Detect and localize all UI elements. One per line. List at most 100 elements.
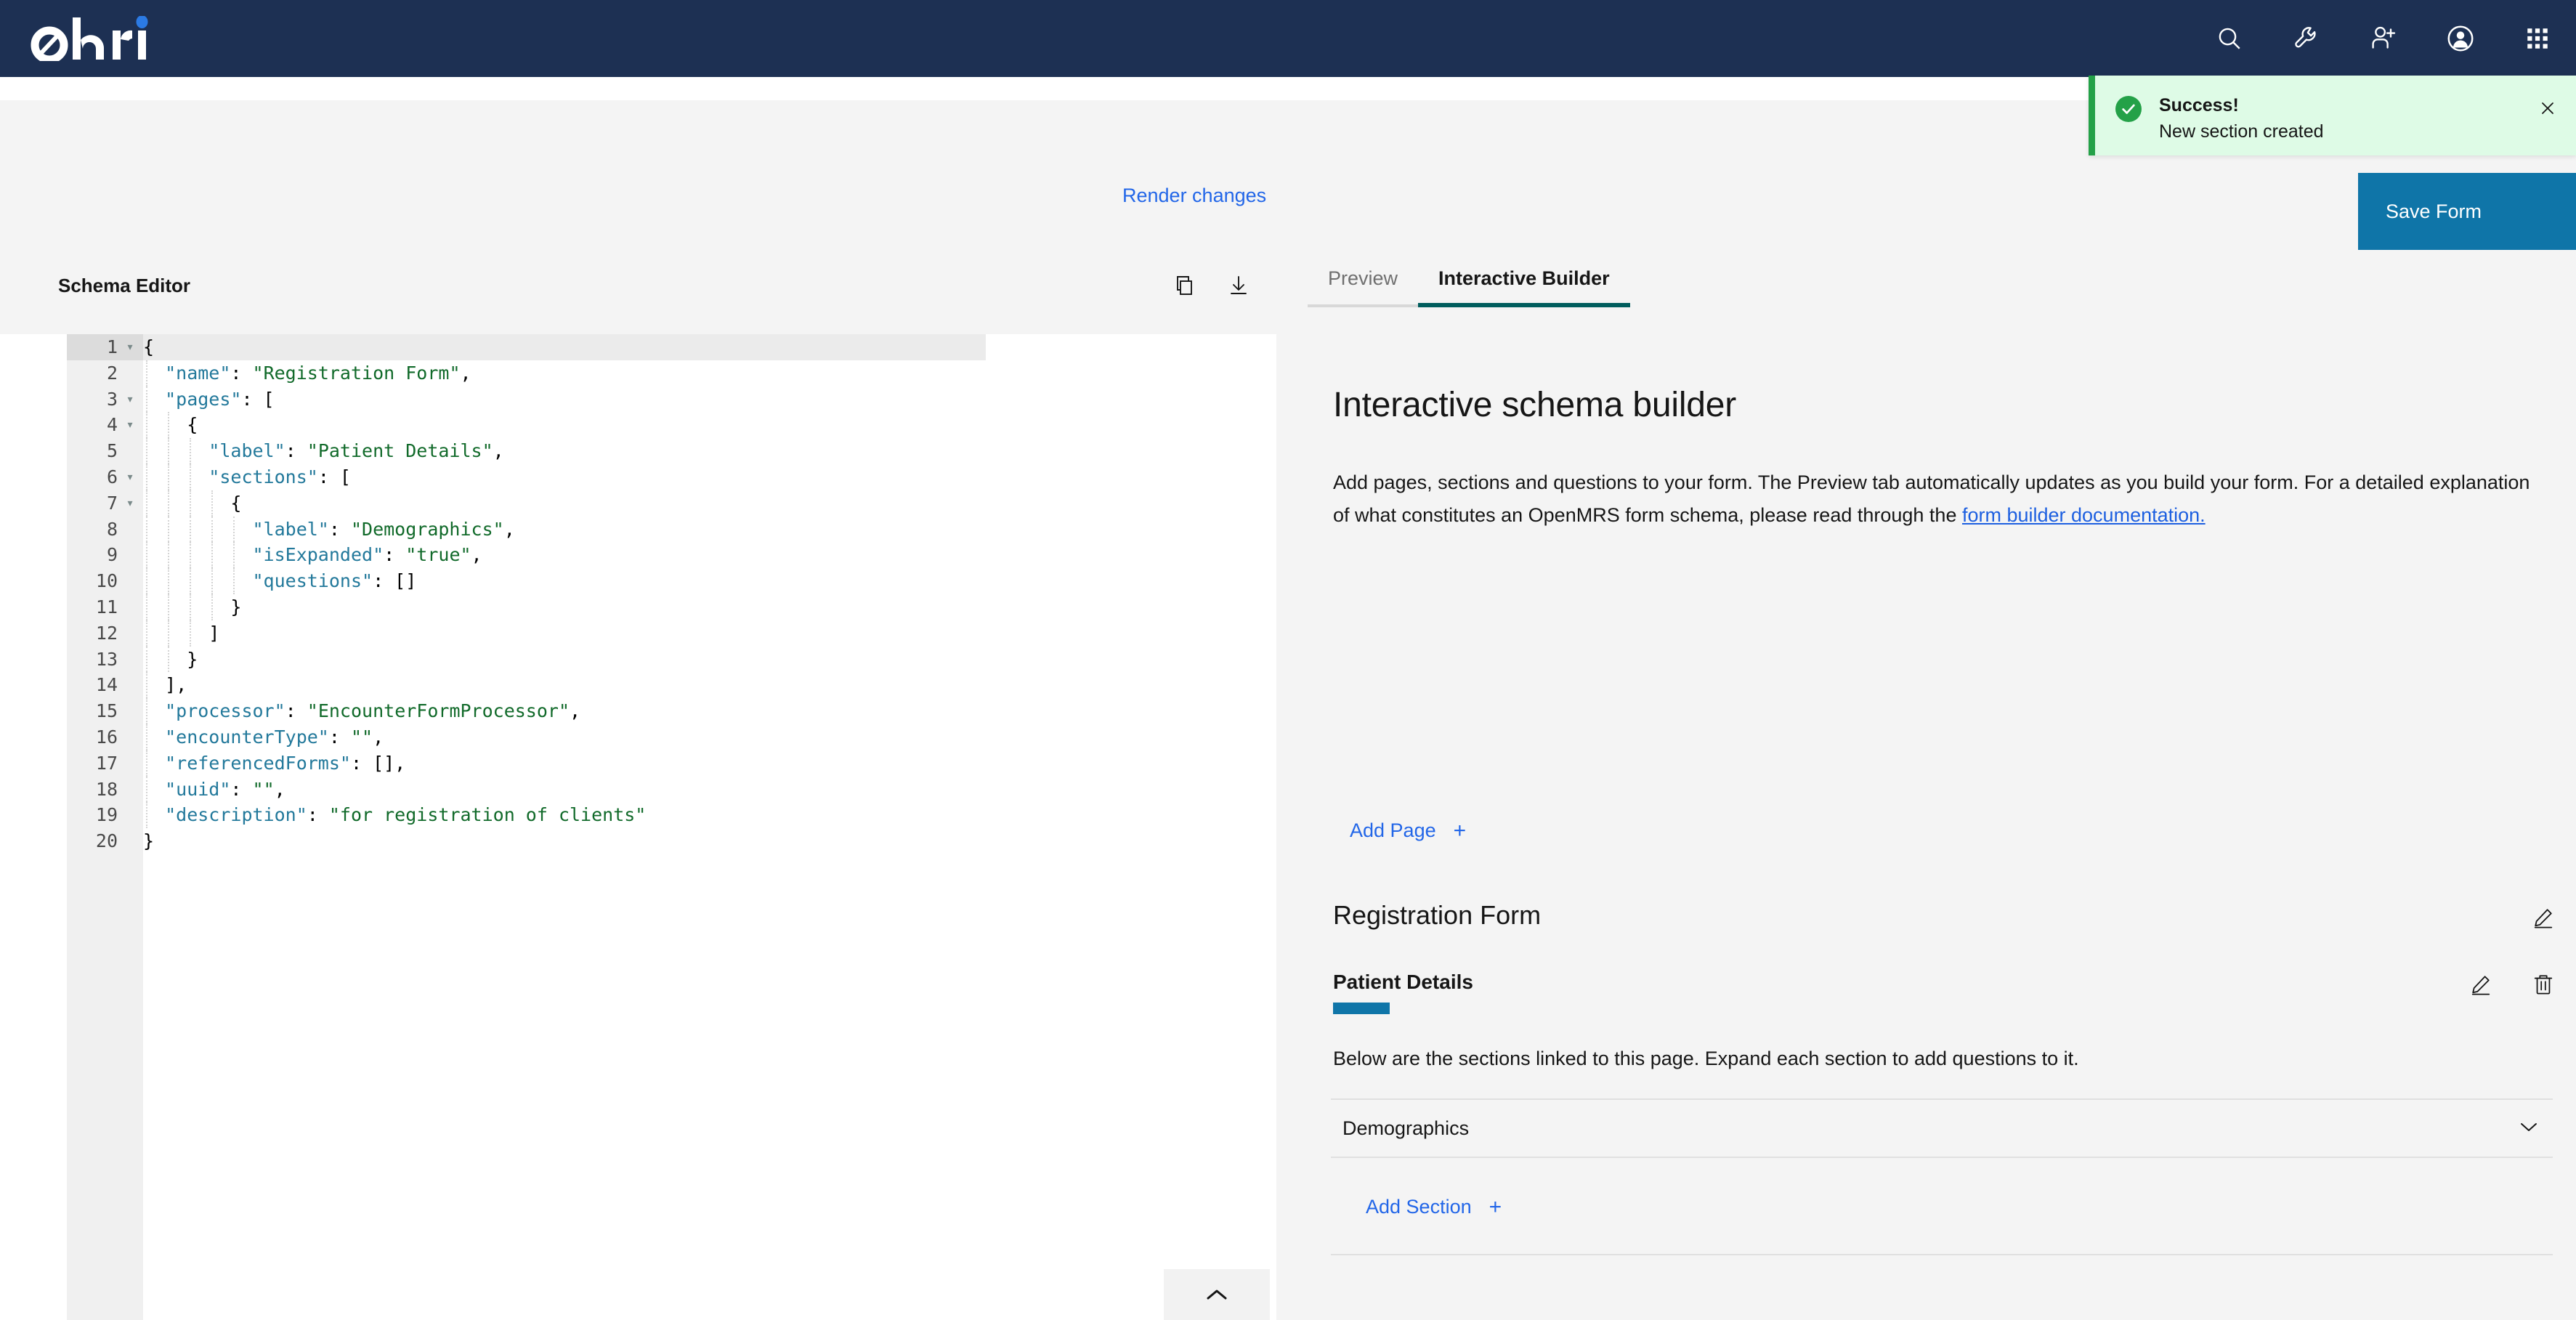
fold-triangle-icon[interactable]: ▾: [122, 386, 138, 413]
toast-message: New section created: [2159, 121, 2324, 142]
code-line-text: "questions": []: [252, 570, 417, 592]
code-line[interactable]: 4 ▾ {: [0, 412, 1276, 438]
tab-preview-label: Preview: [1328, 267, 1398, 289]
trash-icon[interactable]: [2527, 968, 2560, 1001]
code-line-text: ],: [165, 674, 187, 696]
builder-tabs: Preview Interactive Builder: [1308, 267, 1630, 307]
code-line[interactable]: 17 "referencedForms": [],: [0, 750, 1276, 777]
tab-preview-underline: [1308, 304, 1419, 307]
page-title: Interactive schema builder: [1333, 386, 1737, 424]
code-line-text: "referencedForms": [],: [165, 752, 406, 774]
line-number: 13: [95, 648, 118, 670]
schema-code-editor[interactable]: 1 ▾{2 "name": "Registration Form", 3 ▾ "pages…: [0, 334, 1276, 1320]
code-line[interactable]: 12]: [0, 620, 1276, 647]
tab-interactive-builder-underline: [1418, 303, 1630, 307]
code-line-text: {: [143, 336, 155, 357]
save-form-button[interactable]: Save Form: [2358, 173, 2576, 250]
toast-title: Success!: [2159, 95, 2239, 116]
wrench-icon[interactable]: [2268, 0, 2345, 77]
code-line-text: ]: [208, 622, 220, 644]
nav-icon-group: [2191, 0, 2576, 77]
code-line[interactable]: 14],: [0, 672, 1276, 698]
line-number: 16: [95, 726, 118, 748]
line-number: 7: [106, 492, 118, 514]
tab-interactive-builder[interactable]: Interactive Builder: [1418, 267, 1630, 307]
line-number: 3: [106, 388, 118, 410]
section-name: Patient Details: [1333, 971, 1473, 993]
line-number: 5: [106, 440, 118, 462]
edit-pencil-icon[interactable]: [2527, 901, 2560, 934]
edit-pencil-icon[interactable]: [2464, 968, 2498, 1001]
code-line-text: "label": "Patient Details",: [208, 440, 504, 462]
code-line[interactable]: 6 ▾ "sections": [: [0, 464, 1276, 490]
chevron-up-icon[interactable]: [1164, 1269, 1270, 1320]
code-line[interactable]: 10 "questions": []: [0, 568, 1276, 594]
code-line-text: "description": "for registration of clie…: [165, 804, 647, 826]
fold-triangle-icon[interactable]: ▾: [122, 490, 138, 517]
schema-editor-toolbar: [1170, 270, 1254, 301]
download-schema-icon[interactable]: [1223, 270, 1254, 301]
line-number: 20: [95, 830, 118, 852]
code-line[interactable]: 11}: [0, 594, 1276, 620]
code-line[interactable]: 7 ▾ {: [0, 490, 1276, 517]
builder-description-text: Add pages, sections and questions to you…: [1333, 471, 2530, 526]
code-line[interactable]: 8 "label": "Demographics",: [0, 517, 1276, 543]
user-avatar-icon[interactable]: [2422, 0, 2499, 77]
render-changes-button[interactable]: Render changes: [1122, 185, 1266, 207]
page-name: Registration Form: [1333, 900, 1542, 930]
chevron-down-icon[interactable]: [2518, 1119, 2540, 1138]
section-accordion-demographics[interactable]: Demographics: [1331, 1098, 2553, 1158]
line-number: 4: [106, 414, 118, 436]
line-number: 12: [95, 622, 118, 644]
tab-interactive-builder-label: Interactive Builder: [1438, 267, 1610, 289]
success-check-icon: [2115, 96, 2142, 122]
accordion-label: Demographics: [1342, 1117, 1470, 1139]
ohri-logo[interactable]: [28, 0, 158, 77]
code-line[interactable]: 2 "name": "Registration Form",: [0, 360, 1276, 386]
close-icon[interactable]: [2535, 96, 2560, 121]
code-line-text: "processor": "EncounterFormProcessor",: [165, 700, 581, 722]
add-page-label: Add Page: [1350, 819, 1436, 841]
search-icon[interactable]: [2191, 0, 2268, 77]
code-line-list[interactable]: 1 ▾{2 "name": "Registration Form", 3 ▾ "pages…: [0, 334, 1276, 854]
code-line-text: }: [187, 648, 198, 670]
fold-triangle-icon[interactable]: ▾: [122, 334, 138, 360]
app-switcher-icon[interactable]: [2499, 0, 2576, 77]
sections-note: Below are the sections linked to this pa…: [1333, 1048, 2079, 1069]
page-card: Registration Form Patient Details Below …: [1308, 882, 2576, 1255]
code-line[interactable]: 16 "encounterType": "",: [0, 724, 1276, 750]
interactive-builder-panel: Interactive schema builder Add pages, se…: [1308, 327, 2576, 1320]
fold-triangle-icon[interactable]: ▾: [122, 464, 138, 490]
line-number: 15: [95, 700, 118, 722]
code-line-text: {: [187, 414, 198, 436]
code-line[interactable]: 18 "uuid": "",: [0, 777, 1276, 803]
copy-schema-icon[interactable]: [1170, 270, 1200, 301]
line-number: 17: [95, 752, 118, 774]
add-section-button[interactable]: Add Section +: [1366, 1196, 1502, 1218]
fold-triangle-icon[interactable]: ▾: [122, 412, 138, 438]
add-patient-icon[interactable]: [2345, 0, 2422, 77]
section-accent-bar: [1333, 1003, 1390, 1014]
code-line[interactable]: 1 ▾{: [0, 334, 1276, 360]
code-line[interactable]: 20}: [0, 828, 1276, 854]
code-line[interactable]: 9 "isExpanded": "true",: [0, 542, 1276, 568]
code-line[interactable]: 19 "description": "for registration of cl…: [0, 802, 1276, 828]
add-page-button[interactable]: Add Page +: [1350, 819, 1466, 842]
line-number: 11: [95, 596, 118, 618]
code-line[interactable]: 15 "processor": "EncounterFormProcessor",: [0, 698, 1276, 724]
code-line[interactable]: 13}: [0, 647, 1276, 673]
code-line-text: "name": "Registration Form",: [165, 362, 471, 384]
line-number: 19: [95, 804, 118, 826]
add-section-label: Add Section: [1366, 1196, 1472, 1218]
line-number: 18: [95, 778, 118, 800]
line-number: 14: [95, 674, 118, 696]
tab-preview[interactable]: Preview: [1308, 267, 1419, 307]
line-number: 1: [106, 336, 118, 357]
code-line-text: }: [143, 830, 155, 852]
plus-icon: +: [1453, 819, 1467, 843]
form-builder-documentation-link[interactable]: form builder documentation.: [1962, 504, 2206, 526]
code-line-text: "sections": [: [208, 466, 351, 487]
code-line-text: "encounterType": "",: [165, 726, 384, 748]
code-line[interactable]: 3 ▾ "pages": [: [0, 386, 1276, 413]
code-line[interactable]: 5 "label": "Patient Details",: [0, 438, 1276, 464]
